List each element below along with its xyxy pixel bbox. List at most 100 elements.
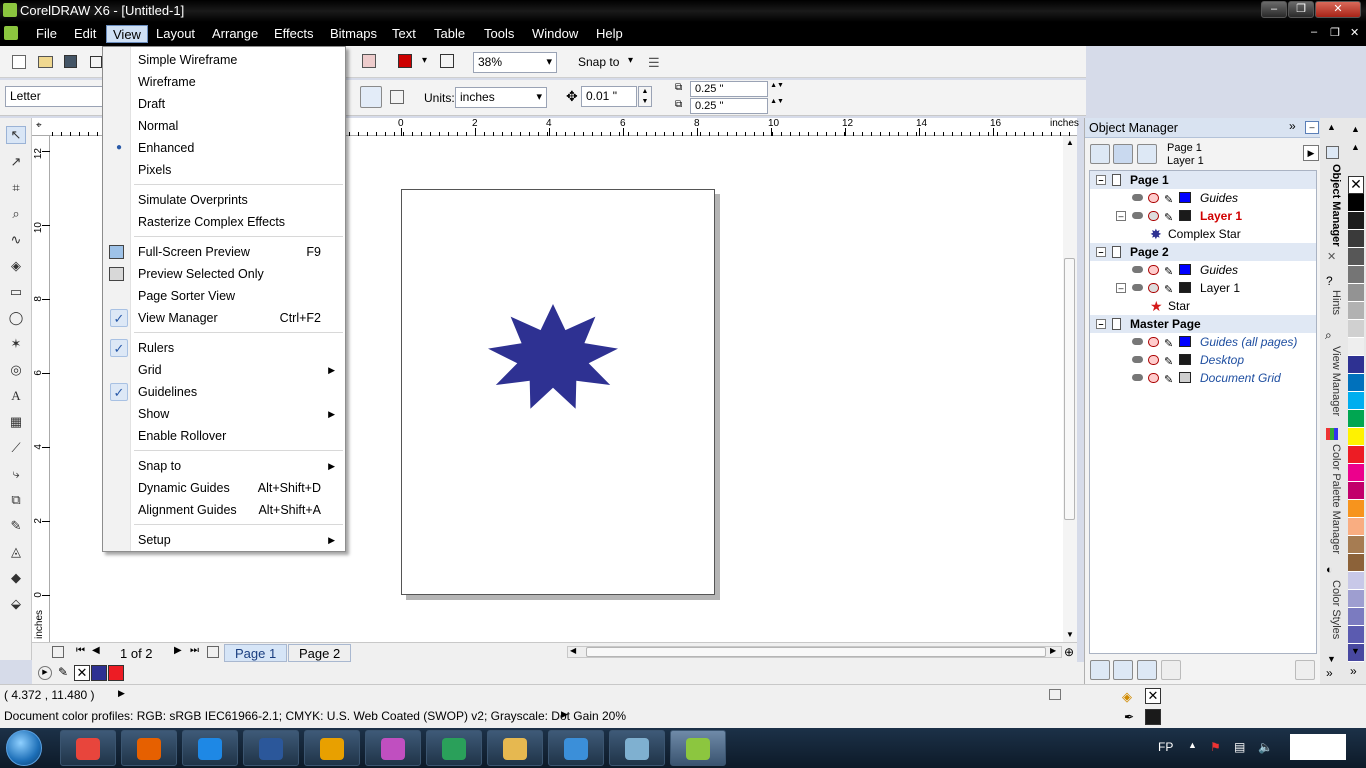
visibility-eye-icon[interactable] [1132,266,1143,273]
visibility-eye-icon[interactable] [1132,338,1143,345]
palette-swatch[interactable] [1348,626,1364,644]
menu-item-rulers[interactable]: ✓ Rulers [103,337,343,359]
palette-swatch[interactable] [1348,266,1364,284]
star-polygon[interactable] [488,304,618,409]
paper-size-select[interactable]: Letter [5,86,105,107]
maximize-button[interactable]: ❐ [1288,1,1314,18]
palette-no-color-swatch[interactable]: ✕ [1348,176,1364,194]
duplicate-x-input[interactable]: 0.25 " [690,81,768,97]
open-icon[interactable] [38,56,53,68]
outline-tool-icon[interactable]: ◬ [6,544,26,562]
tree-row-layer[interactable]: ✎ Guides [1090,261,1316,279]
eyedropper-tool-icon[interactable]: ✎ [6,518,26,536]
tree-row-layer[interactable]: ✎ Document Grid [1090,369,1316,387]
scroll-left-arrow-icon[interactable]: ◀ [570,646,576,655]
doc-restore-button[interactable]: ❐ [1330,26,1340,39]
new-master-layer-icon[interactable] [1113,660,1133,680]
palette-swatch[interactable] [1348,356,1364,374]
units-select[interactable]: inches [455,87,547,108]
tree-row-object[interactable]: ★ Star [1090,297,1316,315]
duplicate-y-input[interactable]: 0.25 " [690,98,768,114]
menu-item-dynamic-guides[interactable]: Dynamic Guides Alt+Shift+D [103,477,343,499]
launcher-icon[interactable] [398,54,412,68]
page-tab-2[interactable]: Page 2 [288,644,352,662]
tree-row-layer[interactable]: ✎ Guides [1090,189,1316,207]
all-pages-icon[interactable] [360,86,382,108]
tray-expand-icon[interactable]: ▲ [1188,740,1197,750]
print-toggle-icon[interactable] [1148,283,1159,293]
no-color-swatch[interactable]: ✕ [74,665,90,681]
menu-item-pixels[interactable]: Pixels [103,159,343,181]
print-toggle-icon[interactable] [1148,265,1159,275]
menu-item-alignment-guides[interactable]: Alignment Guides Alt+Shift+A [103,499,343,521]
menu-text[interactable]: Text [386,25,422,43]
new-master-layer-odd-icon[interactable] [1137,660,1157,680]
chrome-icon[interactable] [60,730,116,766]
profiles-flyout-icon[interactable]: ▶ [561,709,568,720]
tree-row-object[interactable]: ✸ Complex Star [1090,225,1316,243]
new-master-layer-even-icon[interactable] [1161,660,1181,680]
palette-swatch[interactable] [1348,284,1364,302]
docker-minimize-icon[interactable]: – [1305,121,1319,134]
expand-collapse-icon[interactable]: – [1116,283,1126,293]
freehand-tool-icon[interactable]: ∿ [6,232,26,250]
tray-flag-icon[interactable]: ⚑ [1210,740,1221,754]
delete-icon[interactable] [1295,660,1315,680]
print-toggle-icon[interactable] [1148,211,1159,221]
tab-close-icon[interactable]: ✕ [1327,250,1336,263]
fill-tool-icon[interactable]: ◆ [6,570,26,588]
palette-swatch[interactable] [1348,572,1364,590]
doc-close-button[interactable]: ✕ [1350,26,1359,39]
menu-item-full-screen-preview[interactable]: Full-Screen Preview F9 [103,241,343,263]
menu-item-wireframe[interactable]: Wireframe [103,71,343,93]
menu-item-preview-selected-only[interactable]: Preview Selected Only [103,263,343,285]
notepad-icon[interactable] [609,730,665,766]
tree-row-page[interactable]: – Page 2 [1090,243,1316,261]
scroll-up-arrow-icon[interactable]: ▲ [1066,138,1074,147]
visibility-eye-icon[interactable] [1132,212,1143,219]
menu-item-simple-wireframe[interactable]: Simple Wireframe [103,49,343,71]
menu-item-show[interactable]: Show ▶ [103,403,343,425]
rectangle-tool-icon[interactable]: ▭ [6,284,26,302]
docker-collapse-icon[interactable]: » [1289,119,1296,133]
vertical-scrollbar[interactable]: ▲ ▼ [1063,136,1077,642]
palette-scroll-up-icon[interactable]: ▲ [1351,124,1360,134]
print-toggle-icon[interactable] [1148,355,1159,365]
print-icon[interactable] [90,56,102,68]
options-icon[interactable]: ☰ [648,55,660,71]
visibility-eye-icon[interactable] [1132,284,1143,291]
new-layer-icon[interactable] [1090,660,1110,680]
color-palette-tab-icon[interactable] [1326,428,1338,440]
doc-palette-swatch[interactable] [108,665,124,681]
print-toggle-icon[interactable] [1148,373,1159,383]
palette-swatch[interactable] [1348,320,1364,338]
ie-icon[interactable] [182,730,238,766]
smart-fill-tool-icon[interactable]: ◈ [6,258,26,276]
coords-flyout-icon[interactable]: ▶ [118,688,125,699]
scroll-right-arrow-icon[interactable]: ▶ [1050,646,1056,655]
show-properties-icon[interactable] [1090,144,1110,164]
save-icon[interactable] [64,55,77,68]
nudge-distance-input[interactable]: 0.01 " [581,86,637,107]
minimize-button[interactable]: – [1261,1,1287,18]
tree-row-page[interactable]: – Page 1 [1090,171,1316,189]
menu-bitmaps[interactable]: Bitmaps [324,25,383,43]
welcome-screen-icon[interactable] [440,54,454,68]
connector-tool-icon[interactable]: ⤷ [6,466,26,484]
palette-swatch[interactable] [1348,590,1364,608]
tree-row-layer[interactable]: – ✎ Layer 1 [1090,279,1316,297]
visibility-eye-icon[interactable] [1132,356,1143,363]
edit-across-layers-icon[interactable] [1113,144,1133,164]
menu-item-guidelines[interactable]: ✓ Guidelines [103,381,343,403]
dimension-tool-icon[interactable]: ⟋ [6,440,26,458]
eyedropper-icon[interactable]: ✎ [58,665,68,679]
menu-item-draft[interactable]: Draft [103,93,343,115]
palette-swatch[interactable] [1348,374,1364,392]
messenger-icon[interactable] [426,730,482,766]
previous-page-icon[interactable]: ◀ [92,645,100,656]
palette-swatch[interactable] [1348,410,1364,428]
menu-item-enhanced[interactable]: ● Enhanced [103,137,343,159]
docker-more-icon[interactable]: » [1326,666,1333,680]
palette-swatch[interactable] [1348,446,1364,464]
palette-swatch[interactable] [1348,518,1364,536]
